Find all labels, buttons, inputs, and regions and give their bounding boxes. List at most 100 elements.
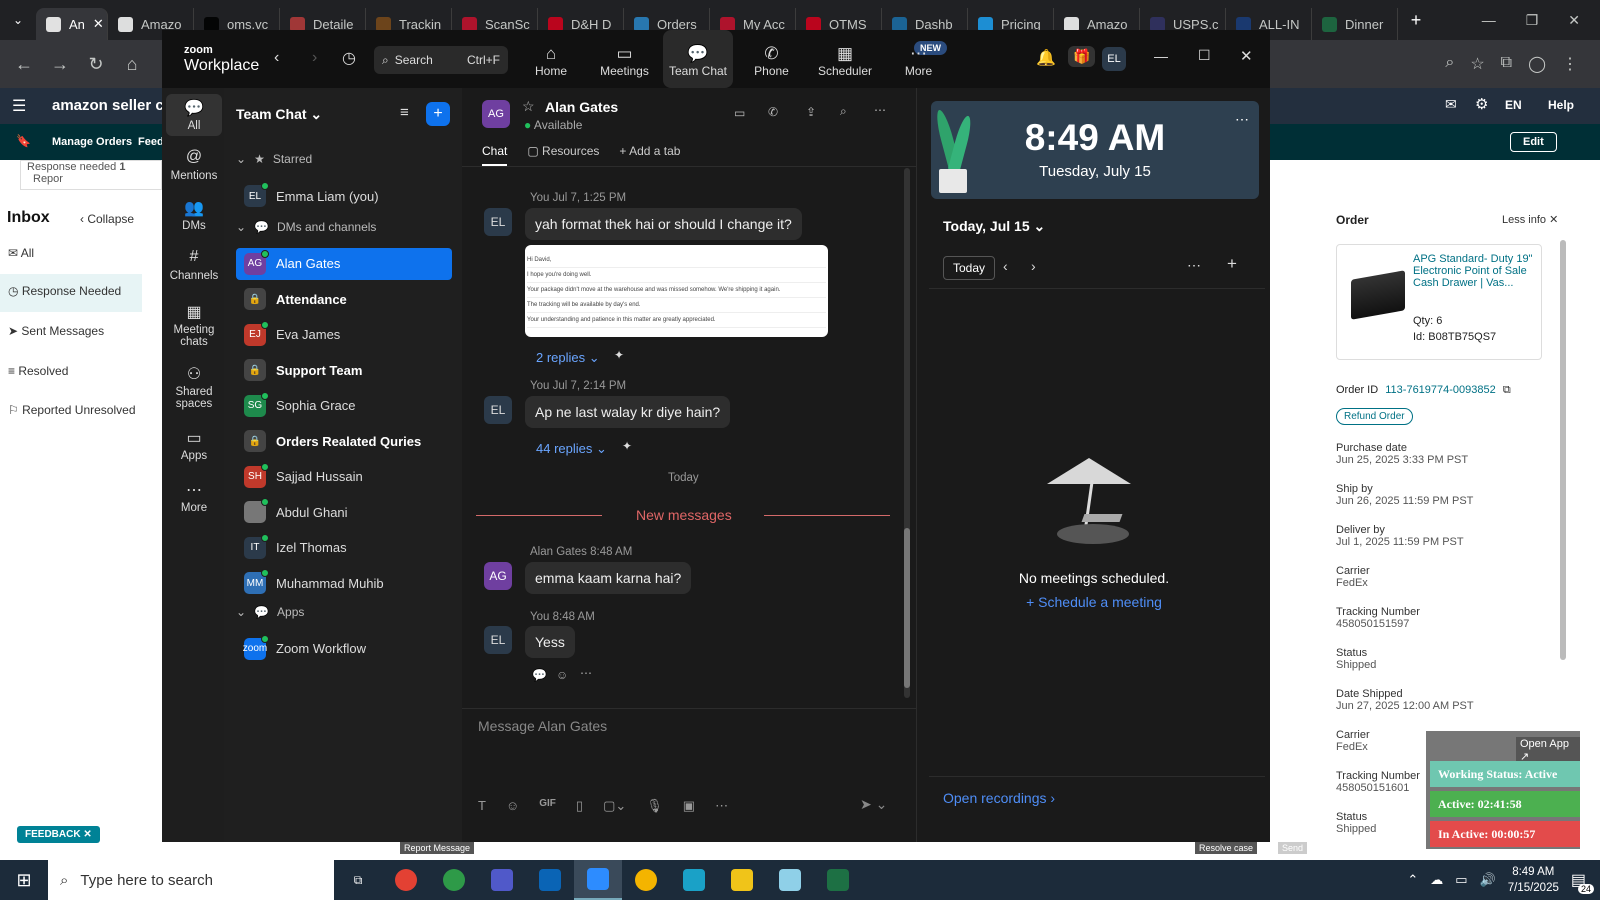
extensions-icon[interactable]: ⧉	[1501, 54, 1512, 74]
settings-icon[interactable]: ⚙	[1475, 95, 1488, 113]
open-app-button[interactable]: Open App ↗	[1516, 737, 1580, 764]
taskbar-search[interactable]: ⌕ Type here to search	[48, 860, 334, 900]
message-bubble[interactable]: emma kaam karna hai?	[525, 562, 692, 594]
back-icon[interactable]: ‹	[274, 49, 279, 67]
list-item[interactable]: EL Emma Liam (you)	[236, 180, 452, 212]
report-message-button[interactable]: Report Message	[400, 842, 475, 854]
rail-mentions[interactable]: @ Mentions	[166, 148, 222, 182]
nav-more[interactable]: ⋯ More	[884, 30, 954, 88]
calendar-more-icon[interactable]: ⋯	[1187, 257, 1201, 274]
mic-icon[interactable]: 🎙	[646, 798, 663, 814]
video-call-icon[interactable]: ▭	[734, 106, 745, 120]
rail-all[interactable]: 💬 All	[166, 94, 222, 136]
tab-add[interactable]: + Add a tab	[619, 144, 680, 166]
contact-name[interactable]: Alan Gates	[545, 99, 618, 115]
list-item[interactable]: SG Sophia Grace	[236, 390, 452, 422]
message-more-icon[interactable]: ⋯	[580, 666, 592, 680]
nav-scheduler[interactable]: ▦ Scheduler	[810, 30, 880, 88]
bookmark-star-icon[interactable]: ☆	[1470, 54, 1484, 74]
new-chat-button[interactable]: +	[426, 102, 450, 126]
task-view-icon[interactable]: ⧉	[334, 860, 382, 900]
rail-meeting-chats[interactable]: ▦ Meeting chats	[166, 302, 222, 348]
list-item[interactable]: Abdul Ghani	[236, 496, 452, 528]
profile-icon[interactable]: ◯	[1528, 54, 1546, 74]
list-item[interactable]: 🔒 Attendance	[236, 283, 452, 315]
reload-icon[interactable]: ↻	[78, 54, 114, 75]
section-dms[interactable]: ⌄ 💬 DMs and channels	[236, 220, 376, 234]
message-bubble[interactable]: Yess	[525, 626, 575, 658]
rail-channels[interactable]: # Channels	[166, 248, 222, 282]
reply-icon[interactable]: 💬	[532, 668, 547, 682]
more-icon[interactable]: ⋯	[715, 798, 728, 814]
message-bubble[interactable]: yah format thek hai or should I change i…	[525, 208, 802, 240]
user-avatar[interactable]: EL	[1102, 47, 1126, 71]
windows-start-icon[interactable]: ⊞	[0, 860, 48, 900]
collapse-link[interactable]: ‹ Collapse	[80, 212, 134, 226]
hamburger-icon[interactable]: ☰	[12, 96, 26, 116]
mail-icon[interactable]: ✉	[1445, 96, 1457, 113]
nav-home[interactable]: ⌂ Home	[516, 30, 586, 88]
prev-day-icon[interactable]: ‹	[1003, 258, 1008, 274]
outlook-icon[interactable]	[526, 860, 574, 900]
bookmark-icon[interactable]: 🔖	[16, 134, 31, 148]
gift-icon[interactable]: 🎁	[1068, 46, 1096, 67]
clock-more-icon[interactable]: ⋯	[1235, 111, 1249, 128]
back-icon[interactable]: ←	[6, 54, 42, 75]
star-icon[interactable]: ☆	[522, 98, 535, 115]
emoji-react-icon[interactable]: ☺	[556, 668, 568, 682]
tray-chevron-icon[interactable]: ⌃	[1407, 872, 1418, 888]
tab-list-button[interactable]: ⌄	[0, 13, 36, 27]
network-icon[interactable]: ▭	[1455, 872, 1467, 888]
list-item[interactable]: 🔒 Orders Realated Quries	[236, 425, 452, 457]
help-link[interactable]: Help	[1548, 98, 1574, 112]
close-icon[interactable]: ✕	[1240, 47, 1253, 65]
team-chat-title[interactable]: Team Chat ⌄	[236, 106, 322, 123]
forward-icon[interactable]: →	[42, 54, 78, 75]
nav-team-chat[interactable]: 💬 Team Chat	[663, 30, 733, 88]
clock[interactable]: 8:49 AM 7/15/2025	[1508, 864, 1559, 896]
replies-link[interactable]: 2 replies ⌄	[536, 350, 600, 366]
browser-tab[interactable]: Dinner	[1312, 8, 1398, 40]
nav-phone[interactable]: ✆ Phone	[737, 30, 807, 88]
phone-call-icon[interactable]: ✆	[768, 105, 778, 119]
bell-icon[interactable]: 🔔	[1036, 48, 1056, 68]
zoom-icon[interactable]	[574, 860, 622, 900]
history-icon[interactable]: ◷	[342, 48, 356, 68]
chrome-icon[interactable]	[622, 860, 670, 900]
list-item[interactable]: EJ Eva James	[236, 319, 452, 351]
teams-icon[interactable]	[478, 860, 526, 900]
replies-link[interactable]: 44 replies ⌄	[536, 441, 607, 457]
manage-orders-link[interactable]: Manage Orders	[52, 136, 132, 148]
nav-meetings[interactable]: ▭ Meetings	[590, 30, 660, 88]
app-icon[interactable]	[670, 860, 718, 900]
video-clip-icon[interactable]: ▣	[683, 798, 695, 814]
chrome-icon[interactable]	[382, 860, 430, 900]
open-recordings-link[interactable]: Open recordings ›	[943, 790, 1055, 806]
forward-icon[interactable]: ›	[312, 49, 317, 67]
ai-sparkle-icon[interactable]: ✦	[622, 439, 632, 453]
zoom-icon[interactable]: ⌕	[1445, 54, 1454, 74]
more-icon[interactable]: ⋯	[874, 103, 886, 117]
send-icon[interactable]: ➤ ⌄	[860, 796, 887, 813]
add-event-icon[interactable]: +	[1227, 254, 1237, 274]
today-button[interactable]: Today	[943, 256, 996, 280]
emoji-icon[interactable]: ☺	[506, 798, 519, 814]
edit-button[interactable]: Edit	[1510, 132, 1557, 152]
menu-icon[interactable]: ⋮	[1562, 54, 1578, 74]
language-select[interactable]: EN	[1505, 98, 1522, 112]
format-text-icon[interactable]: T	[478, 798, 486, 814]
excel-icon[interactable]	[814, 860, 862, 900]
zoom-search-box[interactable]: ⌕ Search Ctrl+F	[374, 46, 508, 74]
close-icon[interactable]: ✕	[1568, 12, 1580, 29]
resolve-case-button[interactable]: Resolve case	[1195, 842, 1258, 854]
list-item[interactable]: SH Sajjad Hussain	[236, 461, 452, 493]
onedrive-icon[interactable]: ☁	[1430, 872, 1443, 888]
screenshot-icon[interactable]: ▢⌄	[603, 798, 626, 814]
gif-icon[interactable]: GIF	[539, 798, 556, 814]
chat-scrollbar[interactable]	[904, 168, 910, 698]
inbox-item-sent[interactable]: ➤ Sent Messages	[8, 324, 104, 338]
restore-icon[interactable]: ❐	[1526, 12, 1539, 29]
maximize-icon[interactable]: ☐	[1198, 47, 1211, 64]
rail-dms[interactable]: 👥 DMs	[166, 198, 222, 232]
day-selector[interactable]: Today, Jul 15 ⌄	[943, 218, 1045, 235]
